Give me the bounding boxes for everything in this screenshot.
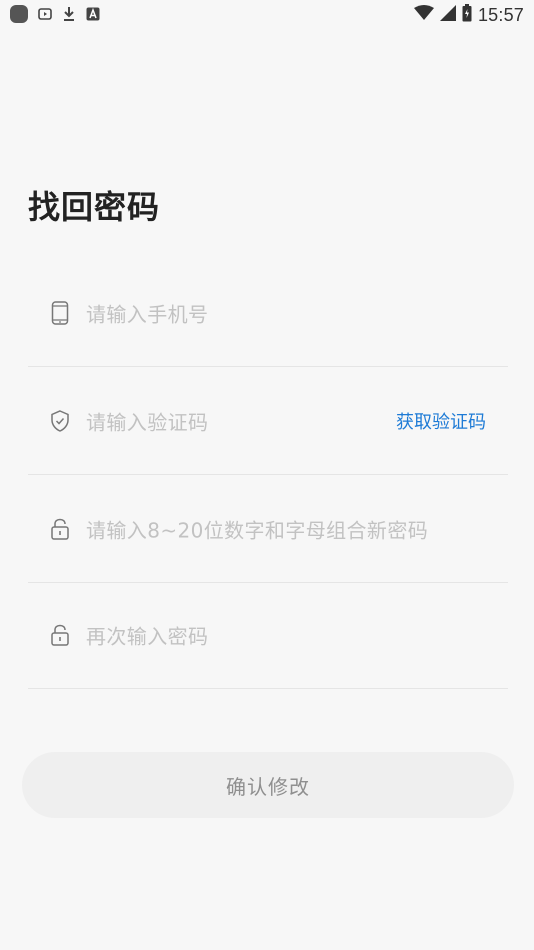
status-bar: 15:57 [0, 0, 534, 30]
download-icon [62, 7, 76, 21]
phone-field-row: 请输入手机号 [28, 260, 508, 367]
phone-input[interactable]: 请输入手机号 [86, 299, 208, 328]
code-field-row: 请输入验证码 获取验证码 [28, 368, 508, 475]
verification-code-input[interactable]: 请输入验证码 [86, 407, 208, 436]
signal-icon [439, 5, 456, 26]
play-icon [38, 7, 52, 21]
phone-icon [50, 301, 70, 325]
page-title: 找回密码 [28, 188, 161, 226]
battery-charging-icon [462, 4, 472, 27]
new-password-input[interactable]: 请输入8~20位数字和字母组合新密码 [86, 515, 428, 544]
lock-icon [50, 517, 70, 541]
wifi-icon [413, 5, 434, 26]
new-password-field-row: 请输入8~20位数字和字母组合新密码 [28, 476, 508, 583]
a-badge-icon [86, 7, 100, 21]
shield-icon [50, 409, 70, 433]
confirm-change-button[interactable]: 确认修改 [22, 752, 514, 818]
get-verification-code-button[interactable]: 获取验证码 [396, 408, 486, 434]
status-right-icons: 15:57 [413, 4, 524, 27]
app-icon [10, 5, 28, 23]
status-left-icons [10, 5, 100, 23]
confirm-password-field-row: 再次输入密码 [28, 582, 508, 689]
confirm-password-input[interactable]: 再次输入密码 [86, 621, 208, 650]
status-time: 15:57 [477, 5, 524, 25]
lock-icon [50, 623, 70, 647]
